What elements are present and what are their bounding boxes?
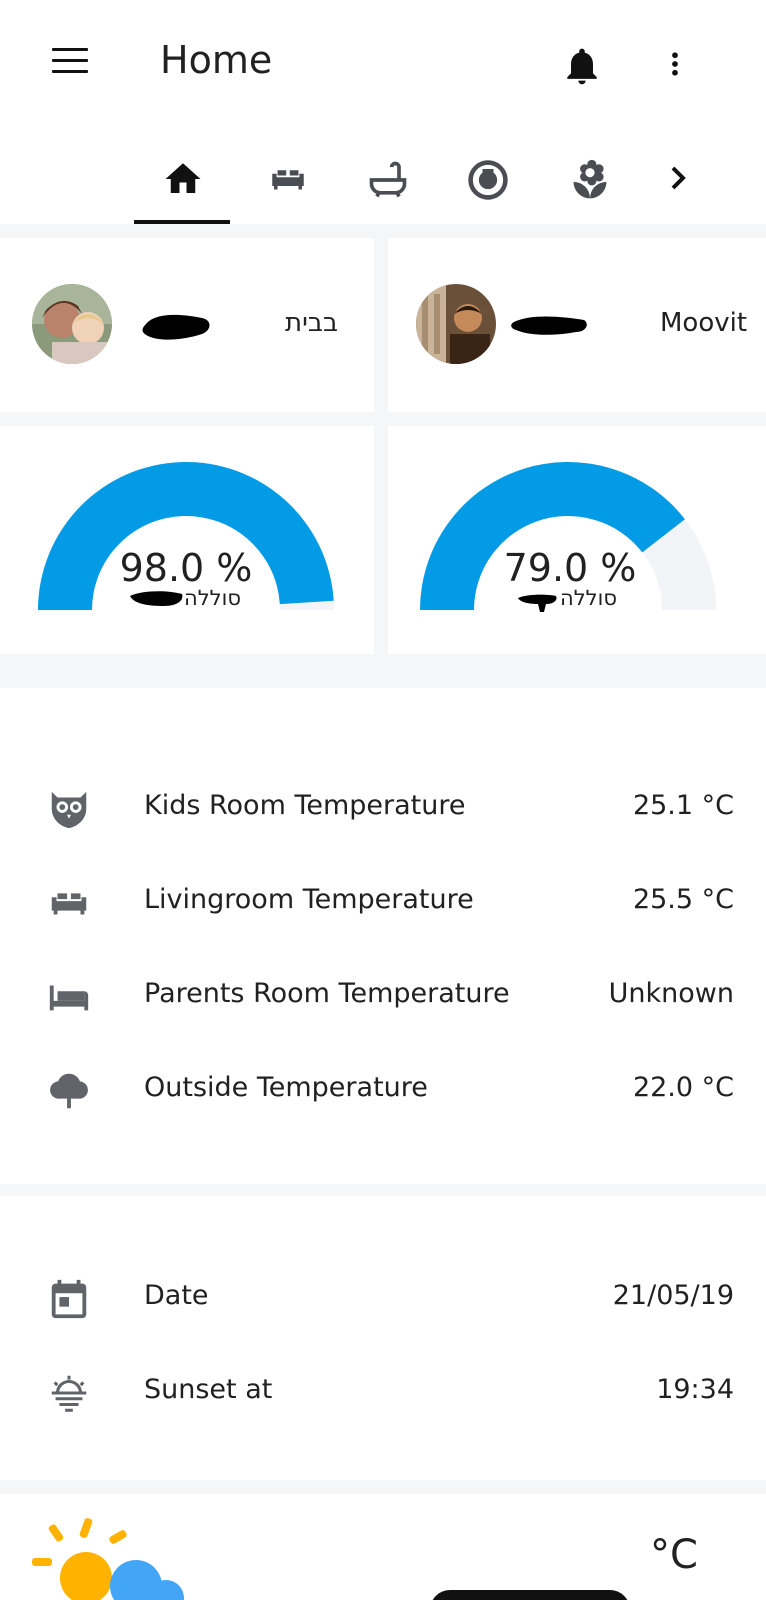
home-icon — [165, 163, 201, 193]
gauge-value: 98.0 % — [119, 546, 253, 590]
entity-state: 19:34 — [656, 1374, 734, 1405]
tree-icon — [50, 1073, 88, 1109]
tab-vacuum[interactable] — [438, 152, 534, 224]
avatar — [416, 284, 496, 364]
entity-state: 22.0 °C — [632, 1072, 734, 1103]
person-photo — [416, 284, 496, 364]
sofa-icon — [51, 893, 87, 915]
gauge-card[interactable]: 79.0 % סוללה — [388, 426, 766, 654]
entity-state: Unknown — [608, 978, 734, 1009]
person-name: Moovit — [660, 308, 748, 338]
entity-name: Parents Room Temperature — [144, 978, 510, 1009]
weather-unit: °C — [650, 1532, 698, 1578]
tab-home[interactable] — [134, 152, 230, 224]
tab-livingroom[interactable] — [236, 152, 332, 224]
owl-icon — [51, 791, 87, 829]
battery-gauge — [420, 462, 716, 610]
gauge-card[interactable]: 98.0 % סוללה — [0, 426, 374, 654]
temperature-entities-card: Kids Room Temperature 25.1 °C Livingroom… — [0, 688, 766, 1184]
redacted-mark — [130, 591, 183, 606]
view-tabs — [0, 130, 766, 224]
tab-bathroom[interactable] — [338, 152, 434, 224]
page-title: Home — [160, 38, 273, 82]
person-card[interactable]: בבית — [0, 238, 374, 412]
bed-icon — [49, 985, 89, 1011]
more-vert-icon[interactable] — [660, 44, 690, 84]
entity-state: 25.5 °C — [632, 884, 734, 915]
entity-name: Livingroom Temperature — [144, 884, 474, 915]
avatar — [32, 284, 112, 364]
entity-row[interactable]: Date 21/05/19 — [0, 1268, 766, 1328]
entity-row[interactable]: Kids Room Temperature 25.1 °C — [0, 778, 766, 838]
menu-icon[interactable] — [52, 48, 92, 82]
battery-gauge — [38, 462, 334, 610]
redacted-mark — [518, 594, 557, 612]
entity-state: 25.1 °C — [632, 790, 734, 821]
chevron-right-icon — [671, 166, 686, 190]
entity-name: Kids Room Temperature — [144, 790, 466, 821]
entity-row[interactable]: Sunset at 19:34 — [0, 1362, 766, 1422]
top-app-bar: Home — [0, 0, 766, 130]
robot-vacuum-icon — [468, 160, 508, 200]
gauge-value: 79.0 % — [503, 546, 637, 590]
gauge-label: סוללה — [560, 586, 617, 610]
entity-name: Sunset at — [144, 1374, 273, 1405]
info-entities-card: Date 21/05/19 Sunset at 19:34 — [0, 1196, 766, 1480]
redacted-mark — [511, 316, 587, 335]
person-name: בבית — [285, 308, 338, 338]
entity-name: Outside Temperature — [144, 1072, 428, 1103]
entity-state: 21/05/19 — [612, 1280, 734, 1311]
flower-icon — [573, 159, 607, 199]
entity-row[interactable]: Parents Room Temperature Unknown — [0, 966, 766, 1026]
bathtub-icon — [369, 161, 407, 198]
weather-card[interactable]: °C — [0, 1494, 766, 1600]
calendar-icon — [51, 1279, 87, 1319]
gauge-label: סוללה — [184, 586, 241, 610]
bell-icon[interactable] — [560, 42, 604, 90]
partly-cloudy-icon — [32, 1518, 184, 1600]
entity-row[interactable]: Livingroom Temperature 25.5 °C — [0, 872, 766, 932]
entity-row[interactable]: Outside Temperature 22.0 °C — [0, 1060, 766, 1120]
redacted-mark — [142, 314, 210, 340]
person-card[interactable]: Moovit — [388, 238, 766, 412]
sofa-icon — [272, 170, 304, 190]
sunset-icon — [51, 1375, 87, 1412]
entity-name: Date — [144, 1280, 209, 1311]
person-photo — [32, 284, 112, 364]
tab-garden[interactable] — [540, 152, 636, 224]
tabs-scroll-right[interactable] — [650, 152, 746, 224]
weather-temperature — [430, 1590, 630, 1600]
